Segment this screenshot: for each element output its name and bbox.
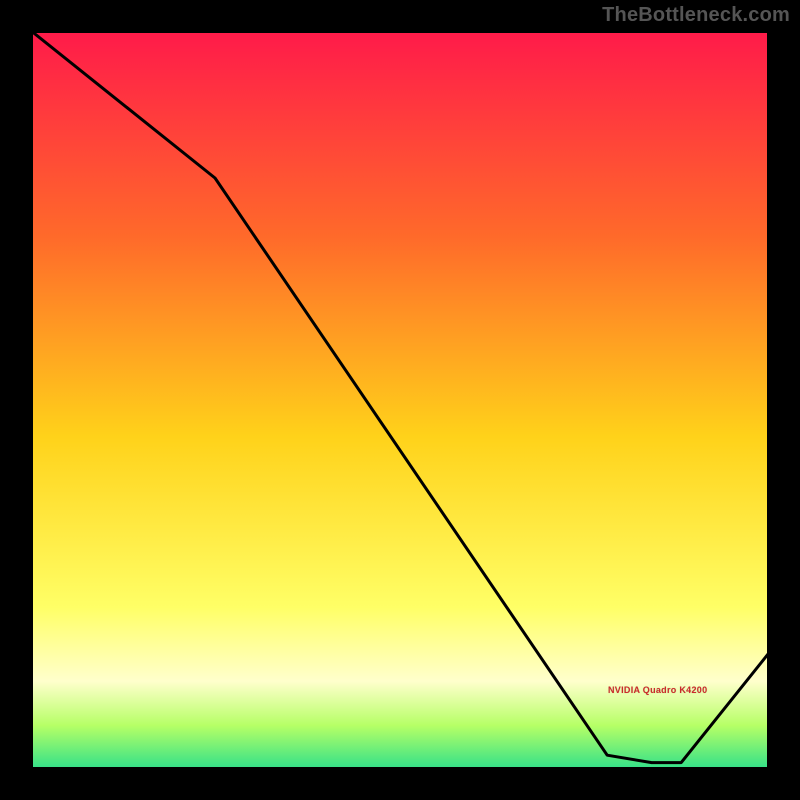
watermark-text: TheBottleneck.com bbox=[602, 4, 790, 27]
chart-stage: TheBottleneck.com NVIDIA Quadro K4200 bbox=[0, 0, 800, 800]
gpu-annotation: NVIDIA Quadro K4200 bbox=[608, 685, 707, 695]
plot-border bbox=[30, 30, 770, 770]
